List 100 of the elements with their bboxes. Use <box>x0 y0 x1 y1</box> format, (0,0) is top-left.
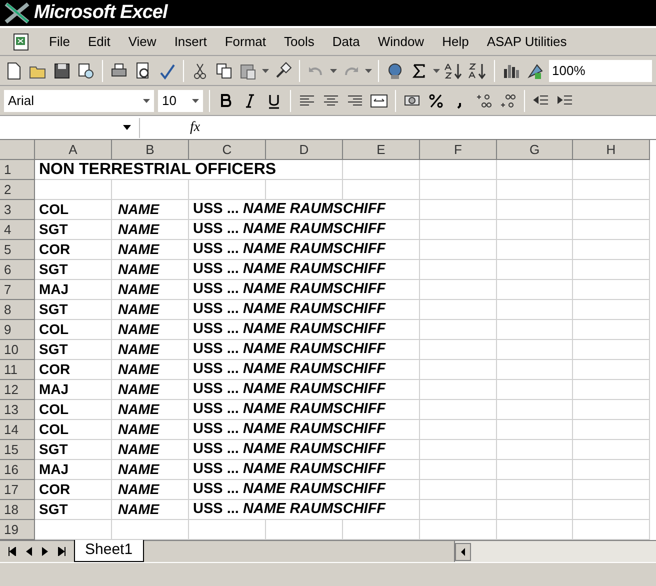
spreadsheet-cell[interactable] <box>112 180 189 200</box>
undo-dropdown-icon[interactable] <box>330 68 337 72</box>
spreadsheet-cell[interactable] <box>573 520 650 540</box>
spreadsheet-cell[interactable] <box>497 160 573 180</box>
spreadsheet-cell[interactable]: MAJ <box>35 380 112 400</box>
spreadsheet-cell[interactable]: COR <box>35 360 112 380</box>
spreadsheet-cell[interactable] <box>343 520 420 540</box>
spreadsheet-cell[interactable] <box>497 220 573 240</box>
menu-item[interactable]: Edit <box>78 32 120 52</box>
menu-item[interactable]: Data <box>323 32 369 52</box>
column-header[interactable]: F <box>420 140 497 160</box>
spreadsheet-cell[interactable] <box>497 500 573 520</box>
spreadsheet-cell[interactable]: NAME <box>112 340 189 360</box>
spreadsheet-cell[interactable] <box>189 180 266 200</box>
spreadsheet-cell[interactable]: NAME <box>112 260 189 280</box>
spreadsheet-cell[interactable] <box>420 240 497 260</box>
row-header[interactable]: 13 <box>0 400 35 420</box>
spreadsheet-cell[interactable] <box>266 520 343 540</box>
spreadsheet-cell[interactable] <box>497 420 573 440</box>
spreadsheet-cell[interactable]: COL <box>35 200 112 220</box>
spreadsheet-cell[interactable]: USS ... NAME RAUMSCHIFF <box>189 500 420 520</box>
spreadsheet-cell[interactable] <box>497 320 573 340</box>
spreadsheet-cell[interactable]: USS ... NAME RAUMSCHIFF <box>189 320 420 340</box>
spreadsheet-cell[interactable] <box>497 260 573 280</box>
previous-sheet-icon[interactable] <box>26 547 32 556</box>
menu-item[interactable]: Window <box>368 32 434 52</box>
spreadsheet-cell[interactable]: USS ... NAME RAUMSCHIFF <box>189 420 420 440</box>
spreadsheet-cell[interactable] <box>266 180 343 200</box>
menu-item[interactable]: View <box>119 32 166 52</box>
spreadsheet-cell[interactable] <box>497 180 573 200</box>
spreadsheet-cell[interactable]: USS ... NAME RAUMSCHIFF <box>189 220 420 240</box>
spreadsheet-cell[interactable] <box>343 160 420 180</box>
spreadsheet-cell[interactable]: USS ... NAME RAUMSCHIFF <box>189 260 420 280</box>
menu-item[interactable]: Help <box>433 32 478 52</box>
spreadsheet-cell[interactable]: COL <box>35 420 112 440</box>
spreadsheet-cell[interactable]: USS ... NAME RAUMSCHIFF <box>189 300 420 320</box>
spreadsheet-cell[interactable]: COL <box>35 400 112 420</box>
font-dropdown[interactable]: Arial <box>4 90 154 112</box>
scroll-left-button[interactable] <box>455 542 471 560</box>
spreadsheet-cell[interactable] <box>420 180 497 200</box>
spreadsheet-cell[interactable]: NAME <box>112 400 189 420</box>
spreadsheet-cell[interactable]: NAME <box>112 380 189 400</box>
spreadsheet-cell[interactable]: MAJ <box>35 460 112 480</box>
spreadsheet-cell[interactable] <box>573 440 650 460</box>
column-header[interactable]: H <box>573 140 650 160</box>
spreadsheet-cell[interactable]: SGT <box>35 260 112 280</box>
spreadsheet-cell[interactable] <box>497 440 573 460</box>
menu-item[interactable]: Tools <box>275 32 324 52</box>
column-header[interactable]: C <box>189 140 266 160</box>
spreadsheet-cell[interactable]: NAME <box>112 200 189 220</box>
next-sheet-icon[interactable] <box>42 547 48 556</box>
spreadsheet-cell[interactable] <box>420 280 497 300</box>
spreadsheet-cell[interactable]: USS ... NAME RAUMSCHIFF <box>189 360 420 380</box>
spreadsheet-cell[interactable]: NAME <box>112 320 189 340</box>
spreadsheet-cell[interactable] <box>497 240 573 260</box>
spreadsheet-cell[interactable] <box>420 160 497 180</box>
copy-icon[interactable] <box>214 60 234 80</box>
spreadsheet-cell[interactable] <box>420 480 497 500</box>
spreadsheet-cell[interactable] <box>420 360 497 380</box>
font-dropdown-arrow-icon[interactable] <box>143 98 150 102</box>
spreadsheet-cell[interactable]: COR <box>35 480 112 500</box>
spreadsheet-cell[interactable] <box>420 320 497 340</box>
row-header[interactable]: 7 <box>0 280 35 300</box>
spreadsheet-cell[interactable] <box>497 520 573 540</box>
spreadsheet-cell[interactable] <box>420 380 497 400</box>
column-header[interactable]: G <box>497 140 573 160</box>
spreadsheet-cell[interactable]: SGT <box>35 300 112 320</box>
spreadsheet-cell[interactable] <box>497 280 573 300</box>
spreadsheet-cell[interactable] <box>573 200 650 220</box>
spreadsheet-cell[interactable] <box>189 520 266 540</box>
row-header[interactable]: 1 <box>0 160 35 180</box>
spreadsheet-cell[interactable]: USS ... NAME RAUMSCHIFF <box>189 480 420 500</box>
spreadsheet-cell[interactable] <box>420 500 497 520</box>
spreadsheet-cell[interactable]: SGT <box>35 440 112 460</box>
spreadsheet-cell[interactable] <box>420 260 497 280</box>
spreadsheet-cell[interactable] <box>420 520 497 540</box>
spreadsheet-cell[interactable]: COL <box>35 320 112 340</box>
column-header[interactable]: D <box>266 140 343 160</box>
spreadsheet-cell[interactable] <box>573 160 650 180</box>
spreadsheet-cell[interactable] <box>573 500 650 520</box>
spreadsheet-cell[interactable] <box>35 180 112 200</box>
spreadsheet-cell[interactable] <box>573 400 650 420</box>
spreadsheet-cell[interactable] <box>573 340 650 360</box>
row-header[interactable]: 3 <box>0 200 35 220</box>
row-header[interactable]: 8 <box>0 300 35 320</box>
row-header[interactable]: 12 <box>0 380 35 400</box>
column-header[interactable]: E <box>343 140 420 160</box>
spreadsheet-cell[interactable] <box>573 480 650 500</box>
spreadsheet-cell[interactable] <box>420 300 497 320</box>
row-header[interactable]: 18 <box>0 500 35 520</box>
sum-dropdown-icon[interactable] <box>433 68 440 72</box>
spreadsheet-cell[interactable]: COR <box>35 240 112 260</box>
spreadsheet-cell[interactable] <box>573 380 650 400</box>
last-sheet-icon[interactable] <box>58 547 66 556</box>
spreadsheet-cell[interactable]: MAJ <box>35 280 112 300</box>
menu-item[interactable]: ASAP Utilities <box>478 32 576 52</box>
spreadsheet-cell[interactable]: SGT <box>35 220 112 240</box>
spreadsheet-cell[interactable] <box>573 420 650 440</box>
function-label[interactable]: fx <box>190 117 200 138</box>
column-header[interactable]: B <box>112 140 189 160</box>
